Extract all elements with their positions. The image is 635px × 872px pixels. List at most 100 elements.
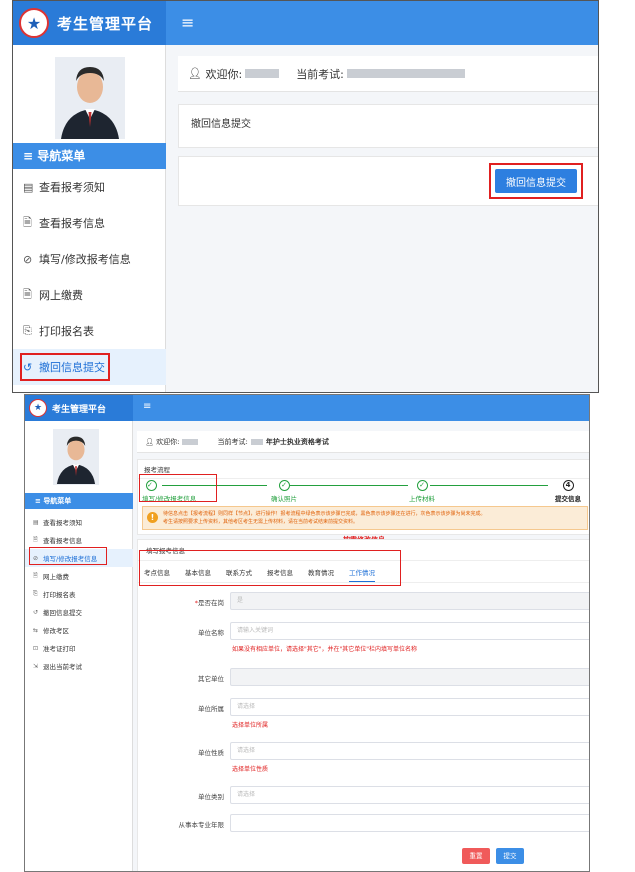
sidebar-item-edit-info[interactable]: ⊘ 填写/修改报考信息 — [13, 241, 166, 277]
unit-nature-select[interactable]: 请选择 — [230, 742, 589, 760]
nav-list: ▤ 查看报考须知 🗎 查看报考信息 ⊘ 填写/修改报考信息 🗎 网上缴费 ⎘ 打印报名表 … — [25, 513, 133, 675]
field-unit-name: 单位名称 请输入关键词 — [138, 622, 589, 640]
on-duty-select[interactable]: 是 — [230, 592, 589, 610]
field-on-duty: *是否在岗 是 — [138, 592, 589, 610]
screenshot-edit-info: ★ 考生管理平台 ≡ ≡ 导航菜单 ▤ 查看报考须知 🗎 查看报考信息 ⊘ 填写/修改… — [24, 394, 590, 872]
sidebar: ≡ 导航菜单 ▤ 查看报考须知 🗎 查看报考信息 ⊘ 填写/修改报考信息 🗎 网上缴费 … — [25, 421, 133, 871]
sidebar: ≡ 导航菜单 ▤ 查看报考须知 🗎 查看报考信息 ⊘ 填写/修改报考信息 🗎 网上缴费 … — [13, 45, 166, 392]
field-label: 单位名称 — [198, 629, 224, 637]
welcome-label: 欢迎你: — [205, 67, 243, 81]
exit-icon: ⇲ — [33, 662, 39, 670]
sidebar-item-label: 打印报名表 — [43, 591, 76, 599]
nav-header-label: 导航菜单 — [43, 497, 72, 505]
sidebar-item-payment[interactable]: 🗎 网上缴费 — [25, 567, 133, 585]
main-content: 👤︎ 欢迎你: 当前考试: 撤回信息提交 撤回信息提交 — [178, 56, 598, 206]
sidebar-item-print-form[interactable]: ⎘ 打印报名表 — [13, 313, 166, 349]
unit-category-select[interactable]: 请选择 — [230, 786, 589, 804]
sidebar-item-print-form[interactable]: ⎘ 打印报名表 — [25, 585, 133, 603]
hamburger-icon[interactable]: ≡ — [181, 13, 194, 32]
warning-icon: ! — [147, 512, 158, 523]
redacted-year — [250, 438, 263, 445]
sidebar-item-notice[interactable]: ▤ 查看报考须知 — [13, 169, 166, 205]
info-form: 填写报考信息 考点信息 基本信息 联系方式 报考信息 教育情况 工作情况 *是否… — [137, 539, 589, 871]
logo-icon: ★ — [19, 8, 49, 38]
document-icon: ▤ — [23, 180, 34, 194]
sidebar-item-label: 准考证打印 — [43, 645, 76, 653]
logo-icon: ★ — [29, 399, 47, 417]
submit-button[interactable]: 提交 — [496, 848, 524, 864]
field-other-unit: 其它单位 — [138, 668, 589, 686]
print-icon: ⎘ — [23, 324, 32, 337]
sidebar-item-label: 查看报考须知 — [39, 181, 105, 194]
welcome-bar: 👤︎ 欢迎你: 当前考试: 年护士执业资格考试 — [137, 431, 589, 453]
avatar — [55, 57, 125, 139]
unit-name-hint: 如果没有相应单位，请选择"其它"，并在"其它单位"栏内填写单位名称 — [232, 646, 418, 653]
app-title: 考生管理平台 — [52, 404, 107, 415]
field-years: 从事本专业年限 — [138, 814, 589, 832]
highlight-box — [139, 474, 217, 502]
main-content: 👤︎ 欢迎你: 当前考试: 年护士执业资格考试 报考流程 ✓ 填写/修改报考信息… — [137, 431, 589, 871]
step-number-icon: 4 — [562, 480, 574, 491]
field-label: 单位性质 — [198, 749, 224, 757]
notice-text: 考生请按照要求上传资料，其他考区考生无需上传材料，请在当前考试结束前提交资料。 — [163, 519, 359, 525]
field-label: 单位类别 — [198, 793, 224, 801]
nav-header-label: 导航菜单 — [37, 149, 86, 163]
welcome-bar: 👤︎ 欢迎你: 当前考试: — [178, 56, 598, 92]
file-icon: 🗎 — [23, 287, 32, 301]
sidebar-item-exit-exam[interactable]: ⇲ 退出当前考试 — [25, 657, 133, 675]
menu-icon: ≡ — [35, 497, 41, 505]
step-label: 上传材料 — [409, 495, 435, 503]
redacted-exam — [346, 69, 465, 78]
unit-name-input[interactable]: 请输入关键词 — [230, 622, 589, 640]
highlight-box — [489, 163, 583, 199]
reset-button[interactable]: 重置 — [462, 848, 490, 864]
step-label: 确认照片 — [271, 495, 297, 503]
exam-label: 当前考试: — [217, 437, 248, 446]
swap-icon: ⇆ — [33, 626, 39, 634]
button-panel: 撤回信息提交 — [178, 156, 598, 206]
hamburger-icon[interactable]: ≡ — [143, 401, 151, 412]
welcome-label: 欢迎你: — [156, 437, 180, 446]
sidebar-item-label: 查看报考信息 — [43, 537, 82, 545]
print-icon: ⎘ — [33, 590, 38, 597]
field-label: *是否在岗 — [194, 599, 224, 607]
step-confirm-photo[interactable]: ✓ 确认照片 — [254, 480, 314, 503]
field-unit-nature: 单位性质 请选择 — [138, 742, 589, 760]
field-unit-category: 单位类别 请选择 — [138, 786, 589, 804]
unit-nature-hint: 选择单位性质 — [232, 766, 269, 773]
highlight-box — [139, 550, 401, 586]
retract-panel: 撤回信息提交 — [178, 104, 598, 148]
sidebar-item-label: 填写/修改报考信息 — [39, 253, 131, 266]
step-submit[interactable]: 4 提交信息 — [548, 480, 588, 503]
field-label: 单位所属 — [198, 705, 224, 713]
menu-icon: ≡ — [23, 149, 34, 163]
top-header: ★ 考生管理平台 ≡ — [13, 1, 598, 45]
unit-affiliation-select[interactable]: 请选择 — [230, 698, 589, 716]
user-icon: 👤︎ — [145, 437, 154, 446]
sidebar-item-retract[interactable]: ↺ 撤回信息提交 — [25, 603, 133, 621]
app-title: 考生管理平台 — [57, 14, 154, 33]
sidebar-item-view-info[interactable]: 🗎 查看报考信息 — [13, 205, 166, 241]
sidebar-item-admit-card[interactable]: ⊡ 准考证打印 — [25, 639, 133, 657]
nav-header: ≡ 导航菜单 — [13, 143, 166, 169]
file-icon: 🗎 — [23, 215, 32, 229]
sidebar-item-change-area[interactable]: ⇆ 修改考区 — [25, 621, 133, 639]
sidebar-item-label: 撤回信息提交 — [43, 609, 82, 617]
screenshot-retract: ★ 考生管理平台 ≡ ≡ 导航菜单 ▤ 查看报考须知 🗎 查看报考信息 ⊘ 填写/修改… — [12, 0, 599, 393]
logo-area: ★ 考生管理平台 — [13, 1, 166, 45]
exam-name: 年护士执业资格考试 — [265, 437, 329, 446]
avatar — [53, 429, 99, 485]
field-label: 从事本专业年限 — [178, 821, 225, 829]
notice-banner: ! 待信息点击【报考流程】则同样【节点】，进行操作！报考流程中绿色表示该步骤已完… — [142, 506, 588, 530]
other-unit-input[interactable] — [230, 668, 589, 686]
check-icon: ✓ — [416, 480, 428, 491]
sidebar-item-label: 网上缴费 — [39, 289, 83, 302]
sidebar-item-label: 退出当前考试 — [43, 663, 82, 671]
sidebar-item-payment[interactable]: 🗎 网上缴费 — [13, 277, 166, 313]
panel-title: 撤回信息提交 — [191, 119, 251, 130]
years-input[interactable] — [230, 814, 589, 832]
sidebar-item-notice[interactable]: ▤ 查看报考须知 — [25, 513, 133, 531]
check-icon: ✓ — [278, 480, 290, 491]
step-upload[interactable]: ✓ 上传材料 — [392, 480, 452, 503]
file-icon: 🗎 — [33, 572, 38, 579]
